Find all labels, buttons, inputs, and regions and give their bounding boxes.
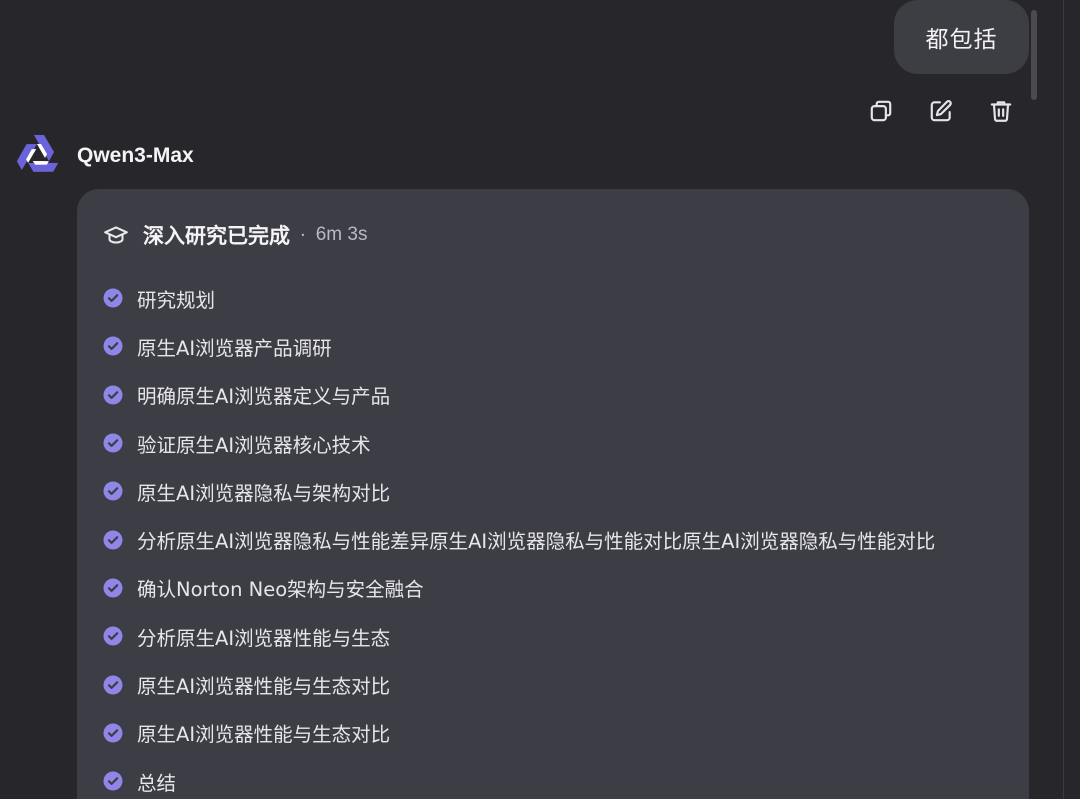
research-step: 原生AI浏览器性能与生态对比 (103, 709, 935, 757)
research-step-list: 研究规划原生AI浏览器产品调研明确原生AI浏览器定义与产品 验证原生AI浏览器核心… (103, 274, 935, 799)
research-step: 研究规划 (103, 274, 935, 322)
separator-dot: · (300, 224, 306, 246)
check-circle-icon (103, 771, 123, 791)
research-step: 原生AI浏览器性能与生态对比 (103, 660, 935, 708)
research-step: 验证原生AI浏览器核心技术 (103, 419, 935, 467)
research-step-label: 研究规划 (137, 288, 216, 312)
check-circle-icon (103, 675, 123, 695)
check-circle-icon (103, 385, 123, 405)
user-message-bubble: 都包括 (894, 0, 1029, 74)
edit-icon (930, 100, 952, 122)
check-circle-icon (103, 433, 123, 453)
check-circle-icon (103, 336, 123, 356)
research-step-label: 原生AI浏览器隐私与架构对比 (137, 481, 391, 505)
graduation-cap-icon (104, 226, 128, 244)
research-step: 总结 (103, 757, 935, 799)
research-step: 原生AI浏览器产品调研 (103, 322, 935, 370)
research-step: 确认Norton Neo架构与安全融合 (103, 564, 935, 612)
chat-window: 都包括 Qwen3-Max 深入研究已完成 · 6m 3s 研究规划 原生AI浏… (0, 0, 1080, 799)
research-header[interactable]: 深入研究已完成 · 6m 3s (103, 219, 367, 251)
qwen-logo-icon (14, 132, 62, 180)
research-step: 明确原生AI浏览器定义与产品 (103, 371, 935, 419)
assistant-name: Qwen3-Max (77, 144, 194, 167)
message-actions (866, 96, 1016, 126)
copy-icon (870, 100, 892, 122)
delete-button[interactable] (986, 96, 1016, 126)
copy-button[interactable] (866, 96, 896, 126)
research-step-label: 原生AI浏览器性能与生态对比 (137, 675, 391, 699)
research-step-label: 原生AI浏览器性能与生态对比 (137, 723, 391, 747)
research-step-label: 确认Norton Neo架构与安全融合 (137, 578, 424, 602)
research-step-label: 分析原生AI浏览器隐私与性能差异原生AI浏览器隐私与性能对比原生AI浏览器隐私与… (137, 530, 936, 554)
research-duration: 6m 3s (315, 224, 368, 245)
check-circle-icon (103, 530, 123, 550)
research-step-label: 明确原生AI浏览器定义与产品 (137, 385, 391, 409)
research-step: 原生AI浏览器隐私与架构对比 (103, 467, 935, 515)
research-step-label: 原生AI浏览器产品调研 (137, 336, 332, 360)
check-circle-icon (103, 723, 123, 743)
check-circle-icon (103, 578, 123, 598)
research-step: 分析原生AI浏览器性能与生态 (103, 612, 935, 660)
scrollbar-thumb[interactable] (1031, 10, 1037, 100)
edit-button[interactable] (926, 96, 956, 126)
trash-icon (990, 101, 1012, 122)
research-step-label: 总结 (137, 771, 177, 795)
check-circle-icon (103, 288, 123, 308)
research-card: 深入研究已完成 · 6m 3s 研究规划原生AI浏览器产品调研明确原生AI浏览器… (77, 189, 1029, 799)
research-title: 深入研究已完成 (143, 224, 290, 248)
research-step: 分析原生AI浏览器隐私与性能差异原生AI浏览器隐私与性能对比原生AI浏览器隐私与… (103, 515, 935, 563)
user-message-text: 都包括 (925, 27, 998, 53)
panel-divider (1063, 0, 1064, 799)
research-step-label: 分析原生AI浏览器性能与生态 (137, 626, 391, 650)
research-step-label: 验证原生AI浏览器核心技术 (137, 433, 371, 457)
assistant-header: Qwen3-Max (14, 132, 194, 180)
check-circle-icon (103, 626, 123, 646)
check-circle-icon (103, 481, 123, 501)
